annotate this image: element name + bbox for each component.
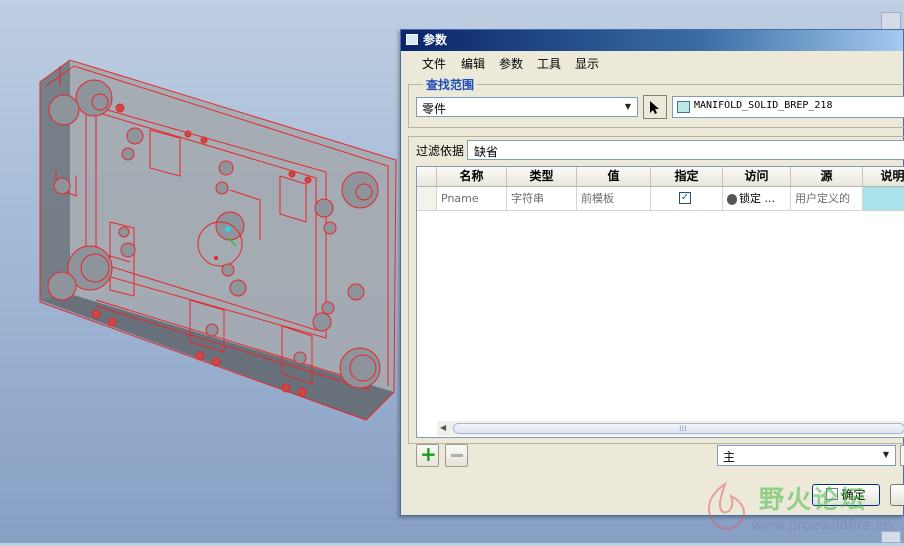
main-select[interactable]: 主 ▼ [717,445,896,466]
side-toolbar-button[interactable] [881,12,901,30]
filter-value: 缺省 [474,145,499,159]
menu-tools[interactable]: 工具 [537,55,561,72]
select-pointer-button[interactable] [643,95,667,119]
table-cell-access[interactable]: 锁定 ... [723,187,791,211]
chevron-down-icon: ▼ [624,102,632,111]
lock-icon [727,193,737,205]
add-parameter-button[interactable]: + [416,442,439,467]
designate-checkbox[interactable]: ✓ [679,192,691,204]
chevron-down-icon: ▼ [882,450,890,459]
window-icon [406,34,418,45]
extra-button[interactable] [900,445,904,466]
filter-input[interactable]: 缺省 [467,140,904,160]
access-text: 锁定 ... [739,192,775,205]
dialog-title: 参数 [423,33,448,47]
menu-file[interactable]: 文件 [422,55,446,72]
menu-display[interactable]: 显示 [575,55,599,72]
forum-watermark: 野火论坛 www.proewildfire.cn [695,476,904,543]
part-name-text: MANIFOLD_SOLID_BREP_218 [694,100,833,111]
parameters-table: 名称 类型 值 指定 访问 源 说明 Pname 字符串 前模板 ✓ 锁定 ..… [416,166,904,438]
remove-parameter-button[interactable] [445,444,468,467]
menu-edit[interactable]: 编辑 [461,55,485,72]
table-cell-designate[interactable]: ✓ [651,187,723,211]
main-select-value: 主 [723,450,736,464]
flame-logo-icon [707,481,745,530]
scope-type-value: 零件 [422,102,447,116]
column-header-value[interactable]: 值 [577,167,651,187]
column-header-type[interactable]: 类型 [507,167,577,187]
table-cell-source[interactable]: 用户定义的 [791,187,863,211]
table-cell-description[interactable] [863,187,904,211]
menu-parameters[interactable]: 参数 [499,55,523,72]
menu-bar: 文件 编辑 参数 工具 显示 [401,52,903,72]
pointer-arrow-icon [650,101,659,114]
plus-icon: + [420,442,437,466]
horizontal-scrollbar[interactable]: ◀ ⁞⁞⁞ [437,421,904,436]
scroll-grip: ⁞⁞⁞ [679,424,687,433]
table-header-corner [417,167,437,187]
cursor-marker [225,226,231,232]
part-name-field[interactable]: MANIFOLD_SOLID_BREP_218 [672,96,904,118]
column-header-name[interactable]: 名称 [437,167,507,187]
part-icon [677,101,690,113]
watermark-url: www.proewildfire.cn [751,518,893,534]
table-cell-type[interactable]: 字符串 [507,187,577,211]
table-cell-value[interactable]: 前模板 [577,187,651,211]
scroll-thumb[interactable]: ⁞⁞⁞ [453,423,904,434]
table-cell-name[interactable]: Pname [437,187,507,211]
column-header-designate[interactable]: 指定 [651,167,723,187]
filter-label: 过滤依据 [416,144,465,158]
row-header[interactable] [417,187,437,211]
scope-legend: 查找范围 [423,76,478,93]
dialog-titlebar[interactable]: 参数 [401,30,903,51]
scroll-left-icon[interactable]: ◀ [440,423,446,432]
scope-type-select[interactable]: 零件 ▼ [416,97,638,117]
column-header-access[interactable]: 访问 [723,167,791,187]
column-header-source[interactable]: 源 [791,167,863,187]
column-header-description[interactable]: 说明 [863,167,904,187]
watermark-title: 野火论坛 [759,485,868,514]
minus-icon [451,454,463,457]
